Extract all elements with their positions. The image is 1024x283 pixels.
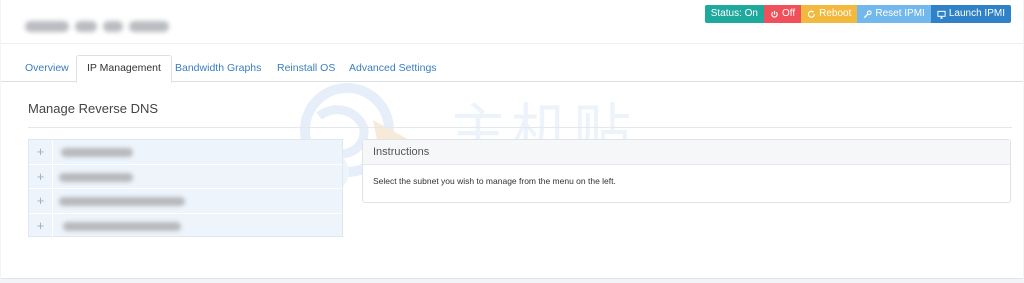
tab-bandwidth-graphs[interactable]: Bandwidth Graphs [165,55,271,82]
launch-ipmi-button[interactable]: Launch IPMI [930,5,1011,23]
wrench-icon [864,9,873,18]
subnet-label-redacted [59,172,133,182]
reboot-label: Reboot [819,8,852,19]
subnet-label-redacted [59,197,185,206]
reset-ipmi-button[interactable]: Reset IPMI [857,5,931,23]
subnet-menu: + + + + [28,139,343,238]
tab-ip-management[interactable]: IP Management [76,55,172,83]
instructions-text: Select the subnet you wish to manage fro… [373,176,616,186]
off-label: Off [781,8,796,19]
tab-reinstall-os[interactable]: Reinstall OS [267,55,345,82]
tab-ip-management-label: IP Management [87,62,161,74]
tab-advanced-settings-label: Advanced Settings [349,62,437,74]
status-label: Status: On [710,8,758,19]
instructions-title: Instructions [363,140,1010,165]
subnet-item[interactable]: + [29,140,342,165]
refresh-icon [807,10,816,18]
section-divider [28,127,1012,128]
expand-plus-icon[interactable]: + [29,189,53,213]
page-title: Manage Reverse DNS [28,101,159,116]
expand-plus-icon[interactable]: + [29,140,53,164]
subnet-item[interactable]: + [29,213,342,238]
server-tabs: Overview IP Management Bandwidth Graphs … [1,55,1023,83]
monitor-icon [937,10,946,19]
expand-plus-icon[interactable]: + [29,213,53,238]
tab-bandwidth-graphs-label: Bandwidth Graphs [175,62,262,74]
server-panel: Status: On Off Reboot Reset IPMI Launch … [1,0,1023,279]
expand-plus-icon[interactable]: + [29,164,53,188]
subnet-label-redacted [63,221,181,231]
server-hostname-redacted [25,16,171,36]
tab-overview[interactable]: Overview [15,55,79,82]
tab-advanced-settings[interactable]: Advanced Settings [339,55,447,82]
instructions-panel: Instructions Select the subnet you wish … [362,139,1011,203]
tab-reinstall-os-label: Reinstall OS [277,62,336,74]
launch-ipmi-label: Launch IPMI [948,8,1005,19]
server-actions: Status: On Off Reboot Reset IPMI Launch … [704,5,1011,23]
tab-overview-label: Overview [25,62,69,74]
reset-ipmi-label: Reset IPMI [875,8,925,19]
subnet-item[interactable]: + [29,164,342,189]
reboot-button[interactable]: Reboot [801,5,858,23]
subnet-label-redacted [61,148,133,157]
server-header: Status: On Off Reboot Reset IPMI Launch … [1,0,1023,44]
power-icon [771,10,778,18]
power-off-button[interactable]: Off [763,5,802,23]
status-on-button[interactable]: Status: On [704,5,764,23]
subnet-item[interactable]: + [29,189,342,214]
